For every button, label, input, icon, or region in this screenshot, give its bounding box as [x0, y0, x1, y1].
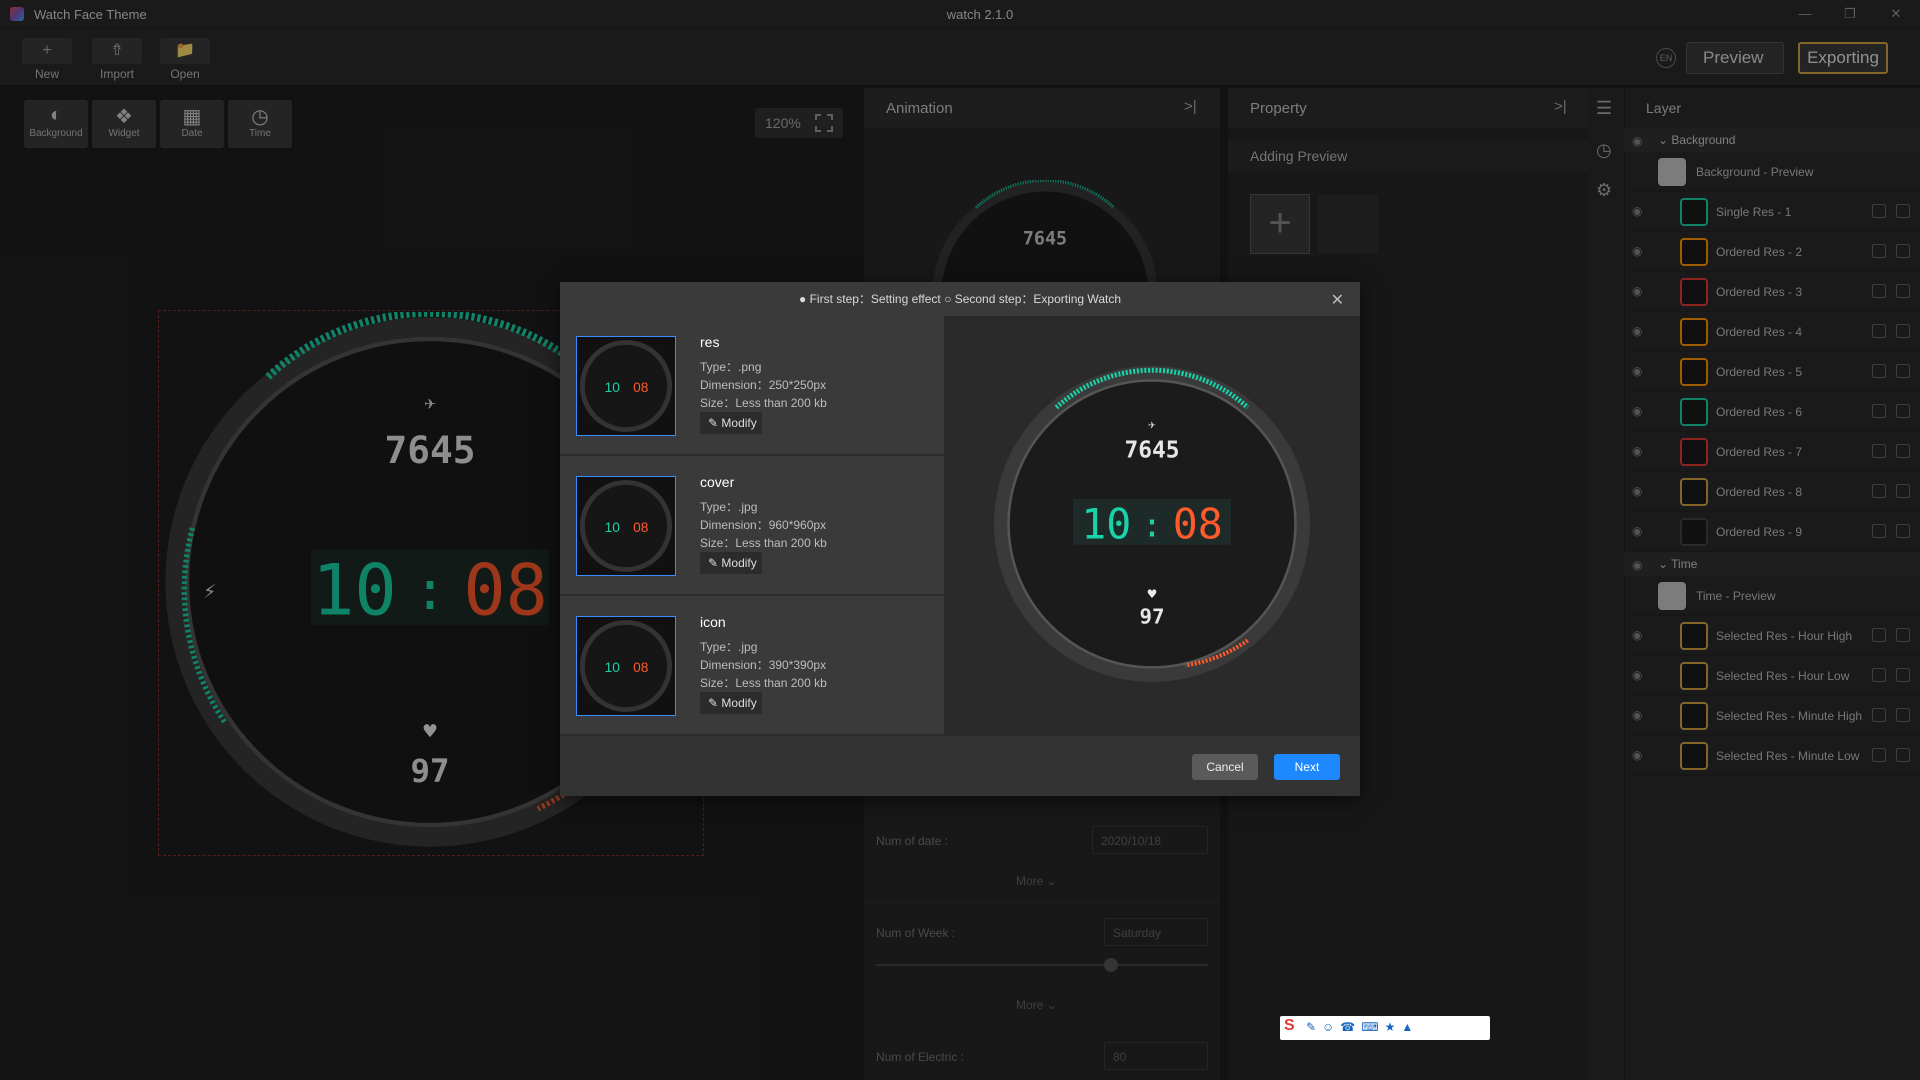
asset-row-icon: 10 08 icon Type：.jpg Dimension：390*390px … [560, 596, 944, 736]
asset-name: res [700, 334, 720, 350]
asset-dimension: Dimension：390*390px [700, 658, 827, 672]
asset-dimension: Dimension：250*250px [700, 378, 827, 392]
modify-button[interactable]: ✎ Modify [700, 552, 762, 574]
ime-tools-icon[interactable]: ✎☺☎⌨★▲ [1306, 1020, 1419, 1034]
edit-icon: ✎ [708, 416, 719, 430]
asset-size: Size：Less than 200 kb [700, 396, 827, 410]
preview-minute: 08 [1173, 499, 1223, 548]
next-button[interactable]: Next [1274, 754, 1340, 780]
asset-thumbnail: 10 08 [576, 336, 676, 436]
close-icon[interactable]: ✕ [1331, 290, 1344, 310]
svg-text:10: 10 [605, 380, 621, 395]
asset-row-res: 10 08 res Type：.png Dimension：250*250px S… [560, 316, 944, 456]
asset-thumbnail: 10 08 [576, 476, 676, 576]
modify-button[interactable]: ✎ Modify [700, 692, 762, 714]
svg-text:10: 10 [605, 660, 621, 675]
asset-dimension: Dimension：960*960px [700, 518, 827, 532]
svg-text:08: 08 [633, 380, 649, 395]
asset-size: Size：Less than 200 kb [700, 536, 827, 550]
step-next-icon: ○ [944, 292, 952, 306]
svg-text:08: 08 [633, 520, 649, 535]
asset-type: Type：.jpg [700, 500, 758, 514]
preview-hour: 10 [1081, 499, 1131, 548]
asset-row-cover: 10 08 cover Type：.jpg Dimension：960*960px… [560, 456, 944, 596]
ime-toolbar[interactable]: S ✎☺☎⌨★▲ [1280, 1016, 1490, 1040]
export-watch-preview: ✈ 7645 10 : 08 ♥ 97 [944, 316, 1360, 736]
asset-name: icon [700, 614, 726, 630]
svg-text:✈: ✈ [1148, 416, 1156, 431]
ime-logo-icon: S [1284, 1017, 1295, 1034]
cancel-button[interactable]: Cancel [1192, 754, 1258, 780]
step-one-label: First step：Setting effect [809, 292, 941, 306]
edit-icon: ✎ [708, 696, 719, 710]
svg-text:08: 08 [633, 660, 649, 675]
step-current-icon: ● [798, 292, 807, 306]
edit-icon: ✎ [708, 556, 719, 570]
svg-text:♥: ♥ [1148, 586, 1157, 603]
preview-steps: 7645 [1124, 437, 1179, 463]
export-dialog: ● First step：Setting effect ○ Second ste… [560, 282, 1360, 796]
asset-thumbnail: 10 08 [576, 616, 676, 716]
asset-type: Type：.png [700, 360, 762, 374]
export-steps: ● First step：Setting effect ○ Second ste… [560, 282, 1360, 316]
preview-heart: 97 [1139, 605, 1164, 629]
asset-size: Size：Less than 200 kb [700, 676, 827, 690]
asset-type: Type：.jpg [700, 640, 758, 654]
svg-text:10: 10 [605, 520, 621, 535]
asset-name: cover [700, 474, 735, 490]
modify-button[interactable]: ✎ Modify [700, 412, 762, 434]
step-two-label: Second step：Exporting Watch [954, 292, 1121, 306]
svg-text::: : [1142, 505, 1162, 544]
